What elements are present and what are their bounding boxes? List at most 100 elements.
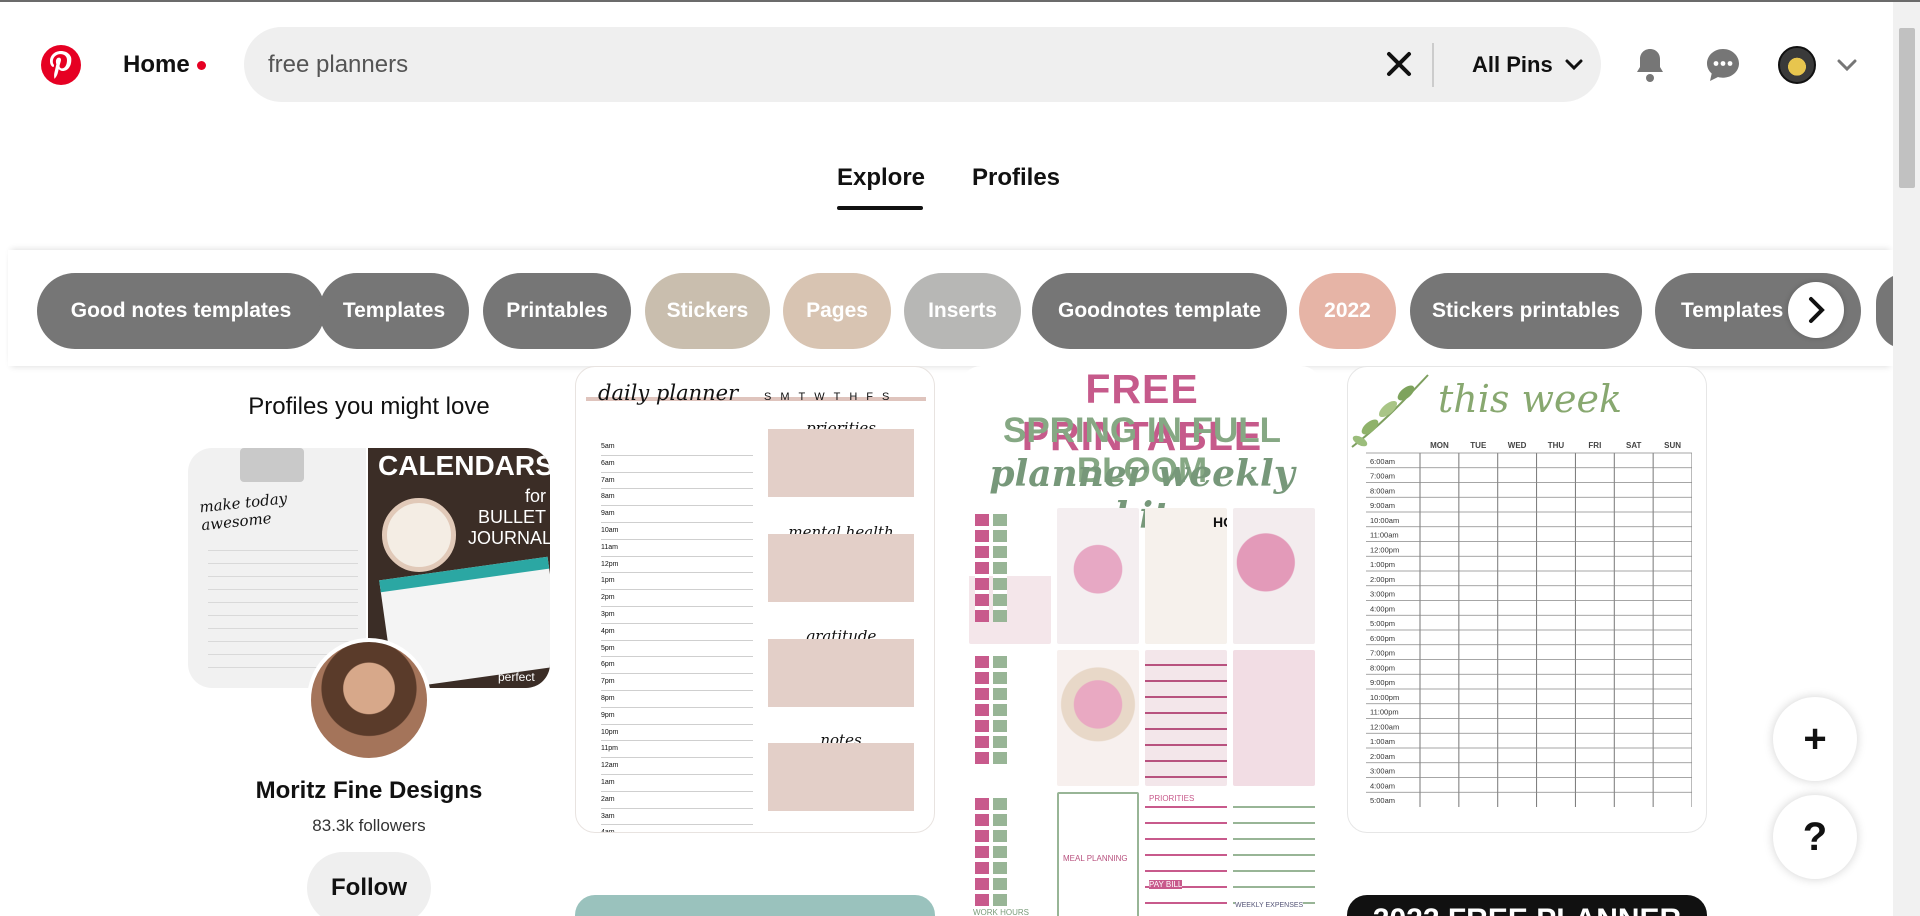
pin-spring-kit[interactable]: FREE PRINTABLE SPRING IN FULL BLOOM plan… bbox=[961, 366, 1321, 916]
time-slot: 8am bbox=[601, 489, 753, 507]
chip-good-notes-templates[interactable]: Good notes templates bbox=[37, 273, 325, 349]
time-slot: 4am bbox=[601, 825, 753, 832]
pin-daily-planner[interactable]: daily planner SMTWTHFS 5am 6am 7am 8am 9am 10… bbox=[575, 366, 935, 833]
user-avatar[interactable] bbox=[1778, 46, 1816, 84]
time-label: 3:00am bbox=[1370, 767, 1395, 776]
notifications-bell-icon[interactable] bbox=[1630, 45, 1670, 85]
day-header: MON bbox=[1430, 441, 1449, 450]
time-label: 12:00pm bbox=[1370, 545, 1399, 554]
pin-this-week[interactable]: this week MON TUE WED THU FRI SAT SUN 6:00am 7:0… bbox=[1347, 366, 1707, 833]
day-header: WED bbox=[1508, 441, 1527, 450]
chip-stickers[interactable]: Stickers bbox=[645, 273, 770, 349]
time-label: 9:00pm bbox=[1370, 678, 1395, 687]
chevron-right-icon[interactable] bbox=[1788, 282, 1844, 338]
pin-title: this week bbox=[1438, 377, 1623, 421]
time-label: 11:00pm bbox=[1370, 708, 1399, 717]
time-label: 7:00pm bbox=[1370, 649, 1395, 658]
time-label: 4:00am bbox=[1370, 781, 1395, 790]
time-slot: 11pm bbox=[601, 741, 753, 759]
time-slot: 5am bbox=[601, 439, 753, 456]
time-label: 10:00pm bbox=[1370, 693, 1399, 702]
section-box bbox=[768, 743, 914, 811]
time-slot: 2pm bbox=[601, 590, 753, 607]
time-label: 1:00am bbox=[1370, 737, 1395, 746]
time-label: 10:00am bbox=[1370, 516, 1399, 525]
weekly-schedule-grid: MON TUE WED THU FRI SAT SUN 6:00am 7:00am 8:00am 9… bbox=[1366, 441, 1692, 807]
time-slot: 10am bbox=[601, 523, 753, 540]
time-slot: 9pm bbox=[601, 708, 753, 725]
time-slot: 12pm bbox=[601, 557, 753, 574]
clear-search-icon[interactable] bbox=[1384, 49, 1414, 79]
time-slot: 5pm bbox=[601, 641, 753, 658]
section-box bbox=[768, 534, 914, 602]
chip-overflow[interactable] bbox=[1876, 273, 1893, 349]
chip-2022[interactable]: 2022 bbox=[1299, 273, 1396, 349]
time-label: 2:00am bbox=[1370, 752, 1395, 761]
pin-title: daily planner bbox=[598, 381, 739, 405]
time-slot: 3pm bbox=[601, 607, 753, 624]
pinterest-logo-icon[interactable] bbox=[41, 45, 81, 85]
tab-explore[interactable]: Explore bbox=[837, 164, 925, 192]
search-divider bbox=[1432, 43, 1434, 87]
follow-button[interactable]: Follow bbox=[307, 852, 431, 916]
time-slot: 8pm bbox=[601, 691, 753, 708]
profile-name[interactable]: Moritz Fine Designs bbox=[188, 777, 550, 805]
time-label: 12:00am bbox=[1370, 722, 1399, 731]
help-button[interactable]: ? bbox=[1773, 795, 1857, 879]
tab-profiles[interactable]: Profiles bbox=[972, 164, 1060, 192]
time-slot: 11am bbox=[601, 540, 753, 557]
chip-goodnotes-template[interactable]: Goodnotes template bbox=[1032, 273, 1287, 349]
time-label: 11:00am bbox=[1370, 531, 1399, 540]
time-label: 8:00pm bbox=[1370, 663, 1395, 672]
time-label: 3:00pm bbox=[1370, 590, 1395, 599]
chip-templates[interactable]: Templates bbox=[319, 273, 469, 349]
time-label: 5:00pm bbox=[1370, 619, 1395, 628]
weekday-letters: SMTWTHFS bbox=[764, 391, 899, 403]
profile-avatar[interactable] bbox=[307, 638, 431, 762]
time-label: 5:00am bbox=[1370, 796, 1395, 805]
chip-pages[interactable]: Pages bbox=[783, 273, 891, 349]
home-link[interactable]: Home bbox=[123, 51, 190, 79]
section-box bbox=[768, 639, 914, 707]
search-scope-dropdown[interactable]: All Pins bbox=[1472, 27, 1583, 102]
day-header: SAT bbox=[1626, 441, 1642, 450]
pin-banner-text: 2022 FREE PLANNER bbox=[1347, 903, 1707, 916]
time-label: 2:00pm bbox=[1370, 575, 1395, 584]
chip-printables[interactable]: Printables bbox=[483, 273, 631, 349]
day-header: THU bbox=[1548, 441, 1565, 450]
top-navigation: Home All Pins bbox=[0, 2, 1893, 127]
active-tab-indicator bbox=[837, 206, 923, 210]
search-bar: All Pins bbox=[244, 27, 1601, 102]
time-label: 9:00am bbox=[1370, 501, 1395, 510]
time-slot: 1pm bbox=[601, 573, 753, 591]
search-input[interactable] bbox=[268, 27, 1368, 102]
profile-followers: 83.3k followers bbox=[312, 816, 426, 835]
section-box bbox=[768, 429, 914, 497]
pin-partial-left[interactable] bbox=[575, 895, 935, 916]
page-scrollbar[interactable] bbox=[1893, 2, 1920, 916]
time-label: 1:00pm bbox=[1370, 560, 1395, 569]
time-label: 7:00am bbox=[1370, 472, 1395, 481]
day-header: TUE bbox=[1470, 441, 1487, 450]
related-search-chips: Good notes templates Templates Printable… bbox=[8, 250, 1893, 366]
time-slot: 6pm bbox=[601, 657, 753, 675]
time-slot: 12am bbox=[601, 758, 753, 775]
time-label: 8:00am bbox=[1370, 486, 1395, 495]
scrollbar-thumb[interactable] bbox=[1899, 28, 1915, 188]
account-chevron-down-icon[interactable] bbox=[1832, 45, 1862, 85]
time-slot: 9am bbox=[601, 506, 753, 523]
create-add-button[interactable]: + bbox=[1773, 697, 1857, 781]
time-slot: 3am bbox=[601, 809, 753, 826]
day-header: SUN bbox=[1664, 441, 1681, 450]
day-header: FRI bbox=[1588, 441, 1601, 450]
pin-partial-right[interactable]: 2022 FREE PLANNER bbox=[1347, 895, 1707, 916]
chip-stickers-printables[interactable]: Stickers printables bbox=[1410, 273, 1642, 349]
time-label: 4:00pm bbox=[1370, 604, 1395, 613]
time-slot: 6am bbox=[601, 456, 753, 473]
time-slot: 1am bbox=[601, 775, 753, 792]
time-slot: 2am bbox=[601, 792, 753, 809]
time-label: 6:00pm bbox=[1370, 634, 1395, 643]
messages-icon[interactable] bbox=[1703, 45, 1743, 85]
chip-inserts[interactable]: Inserts bbox=[904, 273, 1021, 349]
home-notification-dot bbox=[197, 61, 206, 70]
